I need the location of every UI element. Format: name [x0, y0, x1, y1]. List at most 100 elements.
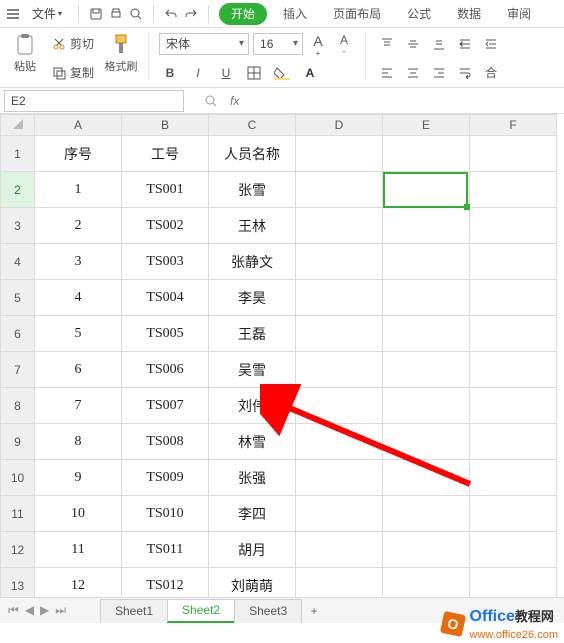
paste-button[interactable]: 粘贴 [8, 32, 42, 74]
undo-icon[interactable] [164, 7, 178, 21]
cell[interactable] [470, 280, 557, 316]
cell[interactable] [296, 496, 383, 532]
cell[interactable] [383, 208, 470, 244]
cell[interactable]: TS001 [122, 172, 209, 208]
cell[interactable] [383, 316, 470, 352]
borders-icon[interactable] [243, 62, 265, 84]
cell[interactable]: TS011 [122, 532, 209, 568]
cell[interactable] [296, 532, 383, 568]
cell[interactable] [383, 136, 470, 172]
cell[interactable] [383, 388, 470, 424]
align-middle-icon[interactable] [402, 33, 424, 55]
increase-font-icon[interactable]: A+ [307, 33, 329, 55]
cell[interactable] [296, 352, 383, 388]
cell[interactable]: TS002 [122, 208, 209, 244]
cell[interactable] [470, 460, 557, 496]
cell[interactable] [470, 496, 557, 532]
cell[interactable] [296, 244, 383, 280]
sheet-tab-3[interactable]: Sheet3 [234, 599, 302, 623]
col-header-E[interactable]: E [383, 115, 470, 136]
cell[interactable]: TS004 [122, 280, 209, 316]
cell[interactable]: 李昊 [209, 280, 296, 316]
cell[interactable] [383, 244, 470, 280]
cell[interactable]: 工号 [122, 136, 209, 172]
row-header[interactable]: 11 [1, 496, 35, 532]
wrap-text-icon[interactable] [454, 62, 476, 84]
sheet-tab-2[interactable]: Sheet2 [167, 599, 235, 623]
cell[interactable]: TS009 [122, 460, 209, 496]
fx-label[interactable]: fx [230, 94, 239, 108]
row-header[interactable]: 2 [1, 172, 35, 208]
cell[interactable]: 吴雪 [209, 352, 296, 388]
row-header[interactable]: 8 [1, 388, 35, 424]
add-sheet-button[interactable]: + [301, 604, 327, 618]
bold-icon[interactable]: B [159, 62, 181, 84]
cell[interactable]: TS008 [122, 424, 209, 460]
cell[interactable] [470, 244, 557, 280]
cell[interactable]: 5 [35, 316, 122, 352]
cell[interactable]: 张雪 [209, 172, 296, 208]
cell[interactable] [296, 136, 383, 172]
cell[interactable] [470, 352, 557, 388]
cell[interactable]: 刘伟 [209, 388, 296, 424]
col-header-F[interactable]: F [470, 115, 557, 136]
cell[interactable]: 林雪 [209, 424, 296, 460]
font-color-icon[interactable]: A [299, 62, 321, 84]
align-left-icon[interactable] [376, 62, 398, 84]
cell[interactable]: 8 [35, 424, 122, 460]
row-header[interactable]: 12 [1, 532, 35, 568]
row-header[interactable]: 7 [1, 352, 35, 388]
cell[interactable] [470, 532, 557, 568]
file-menu[interactable]: 文件 ▾ [26, 3, 68, 25]
redo-icon[interactable] [184, 7, 198, 21]
cell[interactable]: 张强 [209, 460, 296, 496]
col-header-D[interactable]: D [296, 115, 383, 136]
cell[interactable]: 人员名称 [209, 136, 296, 172]
align-center-icon[interactable] [402, 62, 424, 84]
sheet-nav-prev-icon[interactable]: ◀ [25, 603, 34, 618]
merge-label[interactable]: 合 [480, 62, 502, 84]
cell[interactable]: 张静文 [209, 244, 296, 280]
format-painter-button[interactable]: 格式刷 [104, 32, 138, 74]
cell[interactable] [383, 172, 470, 208]
cell[interactable] [383, 532, 470, 568]
cell[interactable]: 1 [35, 172, 122, 208]
cell[interactable] [470, 388, 557, 424]
cell[interactable]: 4 [35, 280, 122, 316]
cell[interactable] [470, 136, 557, 172]
preview-icon[interactable] [129, 7, 143, 21]
italic-icon[interactable]: I [187, 62, 209, 84]
sheet-tab-1[interactable]: Sheet1 [100, 599, 168, 623]
row-header[interactable]: 1 [1, 136, 35, 172]
align-top-icon[interactable] [376, 33, 398, 55]
cell[interactable]: TS010 [122, 496, 209, 532]
tab-insert[interactable]: 插入 [273, 0, 317, 28]
col-header-B[interactable]: B [122, 115, 209, 136]
cell[interactable]: 10 [35, 496, 122, 532]
cell[interactable] [296, 280, 383, 316]
decrease-font-icon[interactable]: A- [333, 33, 355, 55]
cell[interactable]: 2 [35, 208, 122, 244]
row-header[interactable]: 4 [1, 244, 35, 280]
cell[interactable]: TS007 [122, 388, 209, 424]
cell[interactable] [296, 316, 383, 352]
row-header[interactable]: 10 [1, 460, 35, 496]
save-icon[interactable] [89, 7, 103, 21]
cell[interactable]: 6 [35, 352, 122, 388]
cell[interactable]: 胡月 [209, 532, 296, 568]
fill-color-icon[interactable] [271, 62, 293, 84]
cell[interactable]: 王磊 [209, 316, 296, 352]
cell[interactable]: 序号 [35, 136, 122, 172]
cell[interactable] [470, 316, 557, 352]
cell[interactable] [296, 460, 383, 496]
indent-decrease-icon[interactable] [454, 33, 476, 55]
cell[interactable] [383, 280, 470, 316]
col-header-A[interactable]: A [35, 115, 122, 136]
tab-pagelayout[interactable]: 页面布局 [323, 0, 391, 28]
cell[interactable] [296, 208, 383, 244]
tab-review[interactable]: 审阅 [497, 0, 541, 28]
cell[interactable]: 王林 [209, 208, 296, 244]
cell[interactable]: 3 [35, 244, 122, 280]
cell[interactable] [470, 424, 557, 460]
row-header[interactable]: 9 [1, 424, 35, 460]
